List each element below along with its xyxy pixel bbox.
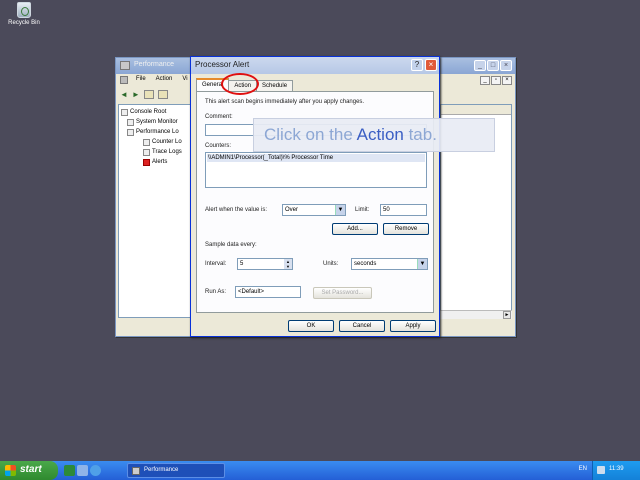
interval-label: Interval: bbox=[205, 261, 227, 267]
callout-prefix: Click on the bbox=[264, 125, 357, 144]
language-indicator[interactable]: EN bbox=[579, 466, 587, 472]
sample-data-label: Sample data every: bbox=[205, 242, 257, 248]
tree-item-label: Counter Lo bbox=[152, 139, 182, 145]
inner-restore-button[interactable]: ▫ bbox=[491, 76, 501, 85]
up-folder-icon[interactable] bbox=[143, 89, 154, 99]
tree-item-alerts[interactable]: Alerts bbox=[121, 157, 189, 167]
logs-icon bbox=[127, 128, 134, 136]
comment-label: Comment: bbox=[205, 114, 233, 120]
alert-condition-select[interactable]: Over ▼ bbox=[282, 204, 346, 216]
callout-highlight: Action bbox=[356, 125, 404, 144]
menu-file[interactable]: File bbox=[136, 76, 146, 86]
show-desktop-icon[interactable] bbox=[64, 465, 75, 476]
counter-item[interactable]: \\ADMIN1\Processor(_Total)\% Processor T… bbox=[207, 154, 425, 162]
taskbar-item-performance[interactable]: Performance bbox=[127, 463, 225, 478]
alert-condition-value: Over bbox=[285, 207, 299, 213]
tree-item-label: Trace Logs bbox=[152, 149, 182, 155]
taskbar-item-label: Performance bbox=[144, 467, 179, 473]
inner-minimize-button[interactable]: _ bbox=[480, 76, 490, 85]
limit-label: Limit: bbox=[355, 207, 370, 213]
close-window-button[interactable]: × bbox=[500, 60, 512, 71]
add-button[interactable]: Add... bbox=[332, 223, 378, 235]
alert-icon bbox=[143, 158, 150, 166]
tree-item-label: Alerts bbox=[152, 159, 168, 165]
performance-app-icon bbox=[132, 467, 140, 475]
dialog-title: Processor Alert bbox=[195, 60, 250, 69]
units-value: seconds bbox=[354, 261, 377, 267]
media-player-icon[interactable] bbox=[77, 465, 88, 476]
clock[interactable]: 11:39 bbox=[609, 466, 624, 472]
highlight-circle bbox=[221, 73, 259, 95]
system-tray: 11:39 bbox=[592, 461, 640, 480]
limit-field[interactable]: 50 bbox=[380, 204, 427, 216]
run-as-field[interactable]: <Default> bbox=[235, 286, 301, 298]
taskbar: start Performance EN 11:39 bbox=[0, 461, 640, 480]
tree-item-label: Performance Lo bbox=[136, 129, 179, 135]
callout-suffix: tab. bbox=[403, 125, 437, 144]
log-icon bbox=[143, 138, 150, 146]
processor-alert-dialog: Processor Alert ? × General Action Sched… bbox=[190, 56, 440, 337]
internet-explorer-icon[interactable] bbox=[90, 465, 101, 476]
cancel-button[interactable]: Cancel bbox=[339, 320, 385, 332]
remove-button[interactable]: Remove bbox=[383, 223, 429, 235]
start-button[interactable]: start bbox=[0, 461, 58, 480]
interval-stepper[interactable]: 5 ▲ ▼ bbox=[237, 258, 293, 270]
dialog-close-button[interactable]: × bbox=[425, 59, 437, 71]
alert-when-label: Alert when the value is: bbox=[205, 207, 268, 213]
recycle-bin-desktop-icon[interactable]: Recycle Bin bbox=[6, 2, 42, 26]
tree-item-label: System Monitor bbox=[136, 119, 178, 125]
tree-item-performance-logs[interactable]: Performance Lo bbox=[121, 127, 189, 137]
help-button[interactable]: ? bbox=[411, 59, 423, 71]
counters-label: Counters: bbox=[205, 143, 232, 149]
performance-app-icon bbox=[120, 61, 130, 70]
details-header bbox=[441, 105, 511, 115]
chevron-down-icon[interactable]: ▼ bbox=[335, 205, 345, 215]
tree-item-label: Console Root bbox=[130, 109, 167, 115]
horizontal-scrollbar[interactable]: ► bbox=[440, 310, 512, 319]
set-password-button[interactable]: Set Password... bbox=[313, 287, 372, 299]
windows-flag-icon bbox=[5, 465, 16, 476]
instruction-callout: Click on the Action tab. bbox=[253, 118, 495, 152]
apply-button[interactable]: Apply bbox=[390, 320, 436, 332]
recycle-bin-label: Recycle Bin bbox=[8, 20, 40, 26]
tree-item-system-monitor[interactable]: System Monitor bbox=[121, 117, 189, 127]
maximize-button[interactable]: □ bbox=[487, 60, 499, 71]
inner-close-button[interactable]: × bbox=[502, 76, 512, 85]
chevron-down-icon[interactable]: ▼ bbox=[417, 259, 427, 269]
folder-icon bbox=[121, 108, 128, 116]
menu-view[interactable]: Vi bbox=[182, 76, 187, 86]
console-menu-icon[interactable] bbox=[120, 76, 128, 84]
run-as-label: Run As: bbox=[205, 289, 227, 295]
tree-item-counter-logs[interactable]: Counter Lo bbox=[121, 137, 189, 147]
scroll-right-icon[interactable]: ► bbox=[503, 311, 511, 319]
ok-button[interactable]: OK bbox=[288, 320, 334, 332]
interval-value: 5 bbox=[240, 261, 244, 267]
start-label: start bbox=[20, 464, 42, 475]
menu-action[interactable]: Action bbox=[156, 76, 173, 86]
spin-arrows-icon[interactable]: ▲ ▼ bbox=[284, 259, 292, 269]
console-tree: Console Root System Monitor Performance … bbox=[118, 104, 192, 318]
monitor-icon bbox=[127, 118, 134, 126]
tray-icon[interactable] bbox=[597, 466, 605, 474]
units-select[interactable]: seconds ▼ bbox=[351, 258, 428, 270]
counters-list[interactable]: \\ADMIN1\Processor(_Total)\% Processor T… bbox=[205, 152, 427, 188]
recycle-bin-icon bbox=[17, 2, 31, 18]
units-label: Units: bbox=[323, 261, 339, 267]
intro-text: This alert scan begins immediately after… bbox=[205, 99, 365, 105]
show-tree-icon[interactable] bbox=[157, 89, 168, 99]
tree-item-trace-logs[interactable]: Trace Logs bbox=[121, 147, 189, 157]
dialog-title-bar[interactable]: Processor Alert ? × bbox=[191, 57, 439, 74]
minimize-button[interactable]: _ bbox=[474, 60, 486, 71]
log-icon bbox=[143, 148, 150, 156]
back-arrow-icon[interactable]: ◄ bbox=[120, 90, 128, 99]
forward-arrow-icon[interactable]: ► bbox=[132, 90, 140, 99]
performance-title: Performance bbox=[134, 61, 175, 68]
tree-item-console-root[interactable]: Console Root bbox=[121, 107, 189, 117]
